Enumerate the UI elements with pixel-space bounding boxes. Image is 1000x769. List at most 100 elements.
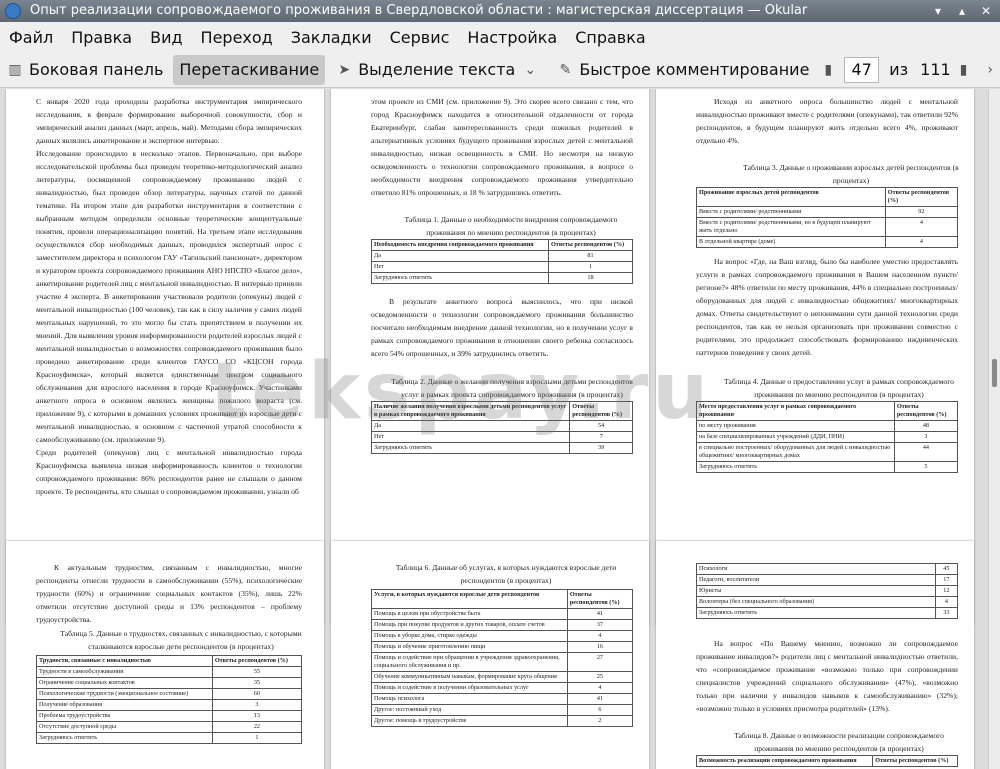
- previous-page-icon[interactable]: ▮: [823, 61, 833, 79]
- table-row: Трудности в самообслуживании 55: [36, 666, 303, 678]
- total-pages: 111: [920, 60, 951, 79]
- table-header-cell: Необходимость внедрения сопровождаемого …: [371, 239, 549, 251]
- table-header-cell: Ответы респондентов (%): [884, 187, 959, 207]
- of-label: из: [889, 60, 909, 79]
- table-row: Ограничение социальных контактов 35: [36, 677, 303, 689]
- table-row: Волонтеры (без специального образования)…: [696, 596, 959, 608]
- table-row: В отдельной квартире (доме) 4: [696, 236, 959, 248]
- table-7: Психологи 45 Педагоги, воспитатели 17 Юрис…: [696, 563, 959, 619]
- text-selection-label: Выделение текста: [358, 60, 516, 79]
- okular-app-icon: [5, 3, 21, 19]
- table-1: Необходимость внедрения сопровождаемого …: [371, 239, 634, 284]
- menu-file[interactable]: Файл: [0, 28, 62, 47]
- page-49: К актуальным трудностям, связанным с инв…: [6, 541, 324, 769]
- table-6-caption: Таблица 6. Данные об услугах, в которых …: [395, 563, 617, 585]
- table-6: Услуги, в которых нуждаются взрослые дет…: [371, 589, 634, 727]
- table-row: Юристы 12: [696, 585, 959, 597]
- sidebar-button-label: Боковая панель: [29, 60, 164, 79]
- table-row: Помощь и содействие в получении образова…: [371, 682, 634, 694]
- menu-go[interactable]: Переход: [192, 28, 282, 47]
- page-47-text-1: этом проекте из СМИ (см. приложение 9). …: [371, 97, 633, 197]
- table-header-cell: Проживание взрослых детей респондентов: [696, 187, 886, 207]
- table-row: Затрудняюсь ответить 18: [371, 272, 634, 284]
- table-row: Помощь в уборке дома, стирке одежды 4: [371, 630, 634, 642]
- scrollbar-thumb[interactable]: [992, 359, 997, 387]
- table-row: Помощь психолога 41: [371, 693, 634, 705]
- quick-annotation-label: Быстрое комментирование: [579, 60, 810, 79]
- table-row: Затрудняюсь ответить 5: [696, 461, 959, 473]
- menu-settings[interactable]: Настройка: [458, 28, 566, 47]
- main-toolbar: ▥ Боковая панель Перетаскивание ➤ Выделе…: [0, 52, 1000, 88]
- sidebar-button[interactable]: ▥ Боковая панель: [0, 55, 169, 85]
- table-header-cell: Место предоставления услуг в рамках сопр…: [696, 401, 895, 421]
- maximize-icon[interactable]: ▴: [954, 3, 970, 19]
- menu-edit[interactable]: Правка: [62, 28, 141, 47]
- table-row: Проблема трудоустройства 13: [36, 710, 303, 722]
- table-row: Да 81: [371, 250, 634, 262]
- table-row: Затрудняюсь ответить 39: [370, 442, 633, 454]
- table-row: на базе специализированных учреждений (Д…: [696, 431, 959, 443]
- table-header-cell: Ответы респондентов (%): [566, 589, 634, 609]
- table-header-cell: Ответы респондентов (%): [547, 239, 634, 251]
- table-row: Обучение коммуникативным навыкам, формир…: [371, 671, 634, 683]
- table-header-cell: Услуги, в которых нуждаются взрослые дет…: [371, 589, 568, 609]
- table-row: Помощь в целом при обустройстве быта 41: [371, 608, 634, 620]
- table-header-cell: Возможность реализации сопровождаемого п…: [695, 755, 874, 767]
- table-row: Педагоги, воспитатели 17: [696, 574, 959, 586]
- next-page-icon[interactable]: ▮: [959, 61, 969, 79]
- table-row: Помощь при покупке продуктов и других то…: [371, 619, 634, 631]
- table-row: Другое: постоянный уход 6: [371, 704, 634, 716]
- window-titlebar: Опыт реализации сопровождаемого проживан…: [0, 0, 1000, 22]
- table-3-caption: Таблица 3. Данные о проживании взрослых …: [743, 163, 959, 185]
- table-header-cell: Ответы респондентов (%): [872, 755, 958, 767]
- page-50: Таблица 6. Данные об услугах, в которых …: [331, 541, 649, 769]
- close-icon[interactable]: ✕: [978, 3, 994, 19]
- page-46-body-text: С января 2020 года проходила разработка …: [36, 97, 302, 496]
- table-row: Затрудняюсь ответить 1: [36, 732, 303, 744]
- page-51: Психологи 45 Педагоги, воспитатели 17 Юрис…: [656, 541, 974, 769]
- quick-annotation-button[interactable]: ✎ Быстрое комментирование: [550, 55, 815, 85]
- text-selection-button[interactable]: ➤ Выделение текста ⌄: [329, 55, 550, 85]
- menu-tools[interactable]: Сервис: [381, 28, 459, 47]
- page-51-text-1: На вопрос «По Вашему мнению, возможно ли…: [696, 639, 958, 713]
- vertical-scrollbar[interactable]: [988, 89, 1000, 769]
- table-8: Возможность реализации сопровождаемого п…: [695, 755, 958, 767]
- drag-mode-label: Перетаскивание: [179, 60, 320, 79]
- table-header-cell: Ответы респондентов (%): [211, 655, 303, 667]
- window-title: Опыт реализации сопровождаемого проживан…: [30, 3, 808, 18]
- menu-view[interactable]: Вид: [141, 28, 191, 47]
- table-row: Психологи 45: [696, 563, 959, 575]
- document-viewport[interactable]: С января 2020 года проходила разработка …: [0, 89, 988, 769]
- table-row: Другое: помощь в трудоустройстве 2: [371, 715, 634, 727]
- table-row: Вместе с родителями/ родственниками 92: [696, 206, 959, 218]
- table-header-cell: Трудности, связанные с инвалидностью: [36, 655, 213, 667]
- minimize-icon[interactable]: ▾: [930, 3, 946, 19]
- page-49-text-1: К актуальным трудностям, связанным с инв…: [36, 563, 302, 624]
- cursor-icon: ➤: [338, 61, 351, 78]
- table-1-caption: Таблица 1. Данные о необходимости внедре…: [404, 215, 618, 237]
- watermark: tekspay.ru: [210, 347, 712, 437]
- toolbar-overflow-icon[interactable]: ›: [985, 61, 995, 79]
- table-row: в специально построенных/ оборудованных …: [696, 442, 959, 462]
- sidebar-icon: ▥: [8, 61, 22, 78]
- table-header-cell: Ответы респондентов (%): [893, 401, 959, 421]
- page-48-text-1: Исходя из анкетного опроса большинство л…: [696, 97, 958, 145]
- table-8-caption: Таблица 8. Данные о возможности реализац…: [734, 731, 944, 753]
- table-row: Вместе с родителями/ родственниками, но …: [696, 217, 959, 237]
- table-3: Проживание взрослых детей респондентов От…: [696, 187, 959, 248]
- menu-bookmarks[interactable]: Закладки: [282, 28, 381, 47]
- table-row: Затрудняюсь ответить 33: [696, 607, 959, 619]
- page-48-text-2: На вопрос «Где, на Ваш взгляд, было бы н…: [696, 257, 958, 357]
- table-4: Место предоставления услуг в рамках сопр…: [696, 401, 959, 473]
- chevron-down-icon[interactable]: ⌄: [521, 61, 539, 79]
- table-row: Получение образования 3: [36, 699, 303, 711]
- table-row: по месту проживания 48: [696, 420, 959, 432]
- pen-icon: ✎: [559, 61, 572, 78]
- table-row: Помощь и обучение приготовлению пищи 16: [371, 641, 634, 653]
- table-5-caption: Таблица 5. Данные о трудностях, связанны…: [60, 629, 302, 651]
- page-number-input[interactable]: 47: [844, 56, 880, 83]
- table-row: Нет 1: [371, 261, 634, 273]
- drag-mode-button[interactable]: Перетаскивание: [173, 54, 326, 85]
- table-row: Помощь и содействие при обращении в учре…: [371, 652, 634, 672]
- menu-help[interactable]: Справка: [566, 28, 655, 47]
